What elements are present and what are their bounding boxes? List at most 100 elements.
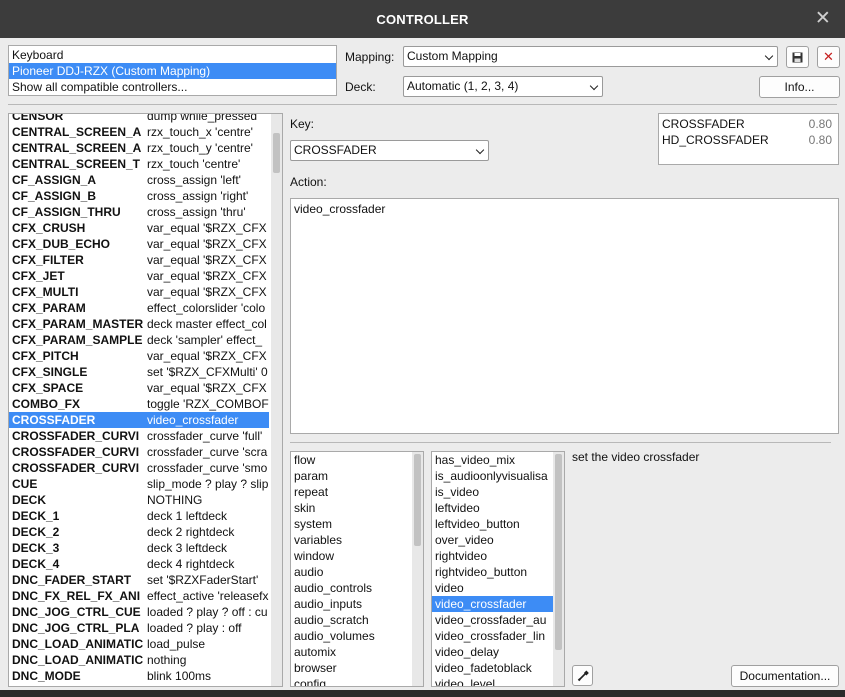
mapping-row[interactable]: CFX_SPACE var_equal '$RZX_CFX bbox=[9, 380, 269, 396]
category-item[interactable]: browser bbox=[291, 660, 413, 676]
mapping-row[interactable]: CROSSFADER_CURVI crossfader_curve 'scra bbox=[9, 444, 269, 460]
mapping-row[interactable]: DECK NOTHING bbox=[9, 492, 269, 508]
category-item[interactable]: skin bbox=[291, 500, 413, 516]
mapping-row[interactable]: CROSSFADER_CURVI crossfader_curve 'smo bbox=[9, 460, 269, 476]
mapping-row[interactable]: CUE slip_mode ? play ? slip bbox=[9, 476, 269, 492]
mapping-row[interactable]: CF_ASSIGN_B cross_assign 'right' bbox=[9, 188, 269, 204]
controller-item[interactable]: Show all compatible controllers... bbox=[9, 79, 336, 95]
mapping-row[interactable]: CROSSFADER_CURVI crossfader_curve 'full' bbox=[9, 428, 269, 444]
deck-dropdown[interactable]: Automatic (1, 2, 3, 4) bbox=[403, 76, 603, 97]
category-item[interactable]: audio_scratch bbox=[291, 612, 413, 628]
mapping-row[interactable]: CFX_SINGLE set '$RZX_CFXMulti' 0 bbox=[9, 364, 269, 380]
verb-scrollbar-thumb[interactable] bbox=[555, 454, 562, 650]
mapping-action: rzx_touch 'centre' bbox=[147, 157, 241, 171]
mapping-key: CFX_JET bbox=[12, 269, 65, 283]
mapping-row[interactable]: CFX_PARAM_SAMPLE deck 'sampler' effect_ bbox=[9, 332, 269, 348]
category-item[interactable]: config bbox=[291, 676, 413, 686]
mapping-row[interactable]: CENTRAL_SCREEN_A rzx_touch_y 'centre' bbox=[9, 140, 269, 156]
verb-item[interactable]: video_fadetoblack bbox=[432, 660, 554, 676]
verb-item[interactable]: is_video bbox=[432, 484, 554, 500]
verb-item[interactable]: video bbox=[432, 580, 554, 596]
mapping-action: blink 100ms bbox=[147, 669, 212, 683]
mappings-scrollbar[interactable] bbox=[271, 114, 282, 686]
mapping-row[interactable]: DNC_LOAD_ANIMATIC load_pulse bbox=[9, 636, 269, 652]
mapping-key: DECK_4 bbox=[12, 557, 60, 571]
pick-button[interactable] bbox=[572, 665, 593, 686]
mappings-list[interactable]: CENSOR dump while_pressed CENTRAL_SCREEN_A… bbox=[8, 113, 283, 687]
mapping-row[interactable]: CFX_FILTER var_equal '$RZX_CFX bbox=[9, 252, 269, 268]
verb-item[interactable]: leftvideo_button bbox=[432, 516, 554, 532]
category-scrollbar-thumb[interactable] bbox=[414, 454, 421, 546]
mapping-row[interactable]: CROSSFADER video_crossfader bbox=[9, 412, 269, 428]
verb-item[interactable]: rightvideo_button bbox=[432, 564, 554, 580]
close-icon[interactable]: ✕ bbox=[815, 0, 831, 38]
verb-item[interactable]: video_crossfader bbox=[432, 596, 554, 612]
info-button[interactable]: Info... bbox=[759, 76, 840, 98]
mapping-row[interactable]: DNC_MODE blink 100ms bbox=[9, 668, 269, 684]
category-item[interactable]: window bbox=[291, 548, 413, 564]
mapping-key: DNC_MODE bbox=[12, 669, 81, 683]
verb-item[interactable]: video_level bbox=[432, 676, 554, 686]
verb-item[interactable]: video_crossfader_lin bbox=[432, 628, 554, 644]
controller-list[interactable]: Keyboard Pioneer DDJ-RZX (Custom Mapping)… bbox=[8, 45, 337, 96]
mapping-row[interactable]: DNC_LOAD_ANIMATIC nothing bbox=[9, 652, 269, 668]
category-item[interactable]: flow bbox=[291, 452, 413, 468]
mapping-row[interactable]: CENTRAL_SCREEN_T rzx_touch 'centre' bbox=[9, 156, 269, 172]
mapping-row[interactable]: COMBO_FX toggle 'RZX_COMBOF bbox=[9, 396, 269, 412]
category-item[interactable]: audio_volumes bbox=[291, 628, 413, 644]
mapping-key: DECK_3 bbox=[12, 541, 60, 555]
verb-item[interactable]: over_video bbox=[432, 532, 554, 548]
category-list[interactable]: flow param repeat skin system variables window… bbox=[290, 451, 424, 687]
mapping-label: Mapping: bbox=[345, 50, 395, 64]
mapping-dropdown[interactable]: Custom Mapping bbox=[403, 46, 778, 67]
mapping-row[interactable]: CFX_DUB_ECHO var_equal '$RZX_CFX bbox=[9, 236, 269, 252]
mapping-row[interactable]: DECK_1 deck 1 leftdeck bbox=[9, 508, 269, 524]
category-scrollbar[interactable] bbox=[412, 452, 423, 686]
verb-list[interactable]: has_video_mix is_audioonlyvisualisa is_vid… bbox=[431, 451, 565, 687]
mapping-row[interactable]: CENSOR dump while_pressed bbox=[9, 114, 269, 124]
mapping-row[interactable]: CFX_JET var_equal '$RZX_CFX bbox=[9, 268, 269, 284]
mapping-row[interactable]: CFX_PARAM effect_colorslider 'colo bbox=[9, 300, 269, 316]
verb-item[interactable]: has_video_mix bbox=[432, 452, 554, 468]
category-item[interactable]: audio bbox=[291, 564, 413, 580]
mapping-row[interactable]: DECK_4 deck 4 rightdeck bbox=[9, 556, 269, 572]
controller-item[interactable]: Pioneer DDJ-RZX (Custom Mapping) bbox=[9, 63, 336, 79]
verb-item[interactable]: video_crossfader_au bbox=[432, 612, 554, 628]
mapping-row[interactable]: CF_ASSIGN_THRU cross_assign 'thru' bbox=[9, 204, 269, 220]
controller-item[interactable]: Keyboard bbox=[9, 47, 336, 63]
verb-item[interactable]: leftvideo bbox=[432, 500, 554, 516]
mapping-row[interactable]: DNC_FADER_START set '$RZXFaderStart' bbox=[9, 572, 269, 588]
category-item[interactable]: automix bbox=[291, 644, 413, 660]
key-dropdown[interactable]: CROSSFADER bbox=[290, 140, 489, 161]
mapping-row[interactable]: CFX_CRUSH var_equal '$RZX_CFX bbox=[9, 220, 269, 236]
mapping-key: DECK bbox=[12, 493, 47, 507]
category-item[interactable]: variables bbox=[291, 532, 413, 548]
key-value-name: HD_CROSSFADER bbox=[662, 133, 769, 147]
mapping-row[interactable]: DECK_3 deck 3 leftdeck bbox=[9, 540, 269, 556]
save-button[interactable] bbox=[786, 46, 809, 68]
mapping-row[interactable]: DECK_2 deck 2 rightdeck bbox=[9, 524, 269, 540]
category-item[interactable]: audio_controls bbox=[291, 580, 413, 596]
mapping-row[interactable]: CFX_PITCH var_equal '$RZX_CFX bbox=[9, 348, 269, 364]
category-item[interactable]: param bbox=[291, 468, 413, 484]
mapping-row[interactable]: CF_ASSIGN_A cross_assign 'left' bbox=[9, 172, 269, 188]
category-item[interactable]: system bbox=[291, 516, 413, 532]
documentation-button[interactable]: Documentation... bbox=[731, 665, 839, 687]
verb-item[interactable]: is_audioonlyvisualisa bbox=[432, 468, 554, 484]
mapping-row[interactable]: DNC_JOG_CTRL_CUE loaded ? play ? off : cu bbox=[9, 604, 269, 620]
mapping-row[interactable]: CFX_PARAM_MASTER deck master effect_col bbox=[9, 316, 269, 332]
delete-mapping-button[interactable]: ✕ bbox=[817, 46, 840, 68]
mapping-row[interactable]: DNC_JOG_CTRL_PLA loaded ? play : off bbox=[9, 620, 269, 636]
mapping-row[interactable]: CFX_MULTI var_equal '$RZX_CFX bbox=[9, 284, 269, 300]
mapping-key: CF_ASSIGN_B bbox=[12, 189, 97, 203]
action-editor[interactable]: video_crossfader bbox=[290, 198, 839, 434]
verb-item[interactable]: video_delay bbox=[432, 644, 554, 660]
verb-scrollbar[interactable] bbox=[553, 452, 564, 686]
verb-item[interactable]: rightvideo bbox=[432, 548, 554, 564]
mappings-scrollbar-thumb[interactable] bbox=[273, 133, 280, 173]
category-item[interactable]: repeat bbox=[291, 484, 413, 500]
mapping-row[interactable]: DNC_FX_REL_FX_ANI effect_active 'releasef… bbox=[9, 588, 269, 604]
category-item[interactable]: audio_inputs bbox=[291, 596, 413, 612]
mapping-action: crossfader_curve 'full' bbox=[147, 429, 263, 443]
mapping-row[interactable]: CENTRAL_SCREEN_A rzx_touch_x 'centre' bbox=[9, 124, 269, 140]
